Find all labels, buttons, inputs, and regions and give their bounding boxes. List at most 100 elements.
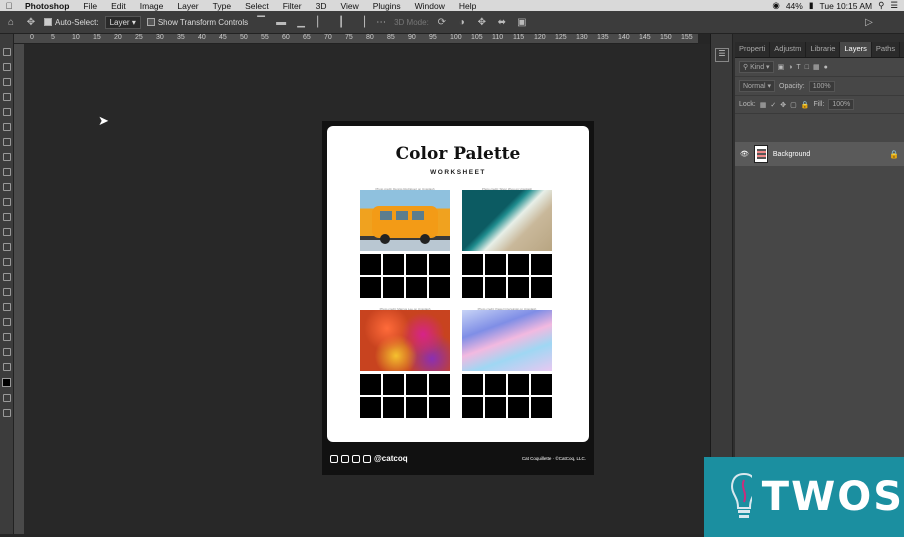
tab-paths[interactable]: Paths bbox=[872, 42, 901, 57]
hand-tool-icon[interactable] bbox=[2, 333, 11, 341]
zoom-tool-icon[interactable] bbox=[2, 348, 11, 356]
3d-pan-icon[interactable]: ✥ bbox=[475, 17, 489, 28]
opacity-field[interactable]: 100% bbox=[808, 80, 835, 92]
filter-toggle-icon[interactable]: ● bbox=[824, 64, 828, 71]
menu-file[interactable]: File bbox=[76, 1, 104, 11]
menu-layer[interactable]: Layer bbox=[170, 1, 205, 11]
fill-field[interactable]: 100% bbox=[828, 99, 855, 110]
3d-slide-icon[interactable]: ⬌ bbox=[495, 17, 509, 28]
menu-3d[interactable]: 3D bbox=[309, 1, 334, 11]
layer-row-background[interactable]: 👁 Background 🔒 bbox=[735, 142, 904, 166]
align-top-icon[interactable]: ▔ bbox=[254, 17, 268, 28]
search-icon[interactable]: ⚲ bbox=[878, 0, 884, 11]
filter-adjust-icon[interactable]: ◑ bbox=[788, 64, 792, 71]
horizontal-ruler[interactable]: 0 5 10 15 20 25 30 35 40 45 50 55 60 65 70 75 80 85 90 95 10… bbox=[14, 34, 698, 44]
move-tool-icon[interactable] bbox=[2, 48, 11, 56]
worksheet-footer: @catcoq Cat Coquillette · ©CatCoq, LLC. bbox=[322, 442, 594, 475]
shape-tool-icon[interactable] bbox=[2, 318, 11, 326]
filter-type-icon[interactable]: T bbox=[796, 64, 800, 71]
home-icon[interactable]: ⌂ bbox=[4, 17, 18, 28]
lock-icon[interactable]: 🔒 bbox=[889, 150, 899, 159]
menu-filter[interactable]: Filter bbox=[276, 1, 309, 11]
menu-list-icon[interactable]: ☰ bbox=[890, 0, 898, 11]
menu-photoshop[interactable]: Photoshop bbox=[18, 1, 76, 11]
foreground-color-swatch[interactable] bbox=[2, 378, 11, 387]
blur-tool-icon[interactable] bbox=[2, 243, 11, 251]
auto-select-checkbox[interactable]: Auto-Select: bbox=[44, 18, 99, 27]
tab-properties[interactable]: Properti bbox=[735, 42, 771, 57]
battery-percent[interactable]: 44% bbox=[786, 1, 803, 11]
wifi-icon[interactable]: ◉ bbox=[772, 0, 779, 11]
move-tool-icon[interactable]: ✥ bbox=[24, 17, 38, 28]
type-tool-icon[interactable] bbox=[2, 288, 11, 296]
3d-rotate-icon[interactable]: ⟳ bbox=[435, 17, 449, 28]
lock-pixels-icon[interactable]: ▦ bbox=[760, 101, 767, 109]
tab-adjustments[interactable]: Adjustm bbox=[770, 42, 807, 57]
frame-tool-icon[interactable] bbox=[2, 123, 11, 131]
van-illustration bbox=[372, 206, 438, 244]
more-tools-icon[interactable] bbox=[2, 363, 11, 371]
menu-edit[interactable]: Edit bbox=[104, 1, 133, 11]
history-panel-icon[interactable]: ☰ bbox=[715, 48, 729, 62]
ruler-tick-label: 75 bbox=[345, 34, 353, 41]
battery-icon[interactable]: ▮ bbox=[809, 0, 814, 11]
brush-tool-icon[interactable] bbox=[2, 168, 11, 176]
stamp-tool-icon[interactable] bbox=[2, 183, 11, 191]
menu-window[interactable]: Window bbox=[408, 1, 452, 11]
healing-tool-icon[interactable] bbox=[2, 153, 11, 161]
3d-roll-icon[interactable]: ◑ bbox=[455, 17, 469, 28]
document-page[interactable]: Color Palette WORKSHEET Photo credit: De… bbox=[322, 121, 594, 475]
tab-libraries[interactable]: Librarie bbox=[806, 42, 841, 57]
filter-pixel-icon[interactable]: ▣ bbox=[778, 63, 785, 71]
video-icon[interactable]: ▷ bbox=[862, 17, 876, 28]
more-options-icon[interactable]: ⋯ bbox=[374, 17, 388, 28]
path-select-tool-icon[interactable] bbox=[2, 303, 11, 311]
align-left-icon[interactable]: ▏ bbox=[314, 17, 328, 28]
show-transform-checkbox[interactable]: Show Transform Controls bbox=[146, 18, 248, 27]
pinterest-icon bbox=[363, 454, 371, 463]
clock[interactable]: Tue 10:15 AM bbox=[820, 1, 873, 11]
eyedropper-tool-icon[interactable] bbox=[2, 138, 11, 146]
tools-panel bbox=[0, 34, 14, 534]
layer-name[interactable]: Background bbox=[773, 151, 810, 158]
kind-filter-dropdown[interactable]: ⚲ Kind ▾ bbox=[739, 61, 774, 73]
align-middle-icon[interactable]: ▬ bbox=[274, 17, 288, 28]
align-center-icon[interactable]: ┃ bbox=[334, 17, 348, 28]
screen-mode-icon[interactable] bbox=[2, 409, 11, 417]
dodge-tool-icon[interactable] bbox=[2, 258, 11, 266]
menu-type[interactable]: Type bbox=[206, 1, 238, 11]
quick-mask-icon[interactable] bbox=[2, 394, 11, 402]
align-bottom-icon[interactable]: ▁ bbox=[294, 17, 308, 28]
3d-scale-icon[interactable]: ▣ bbox=[515, 17, 529, 28]
worksheet-title: Color Palette bbox=[395, 144, 521, 164]
history-brush-tool-icon[interactable] bbox=[2, 198, 11, 206]
menu-select[interactable]: Select bbox=[238, 1, 276, 11]
lock-all-icon[interactable]: 🔒 bbox=[801, 101, 810, 109]
auto-select-value: Layer bbox=[109, 17, 130, 27]
eraser-tool-icon[interactable] bbox=[2, 213, 11, 221]
filter-shape-icon[interactable]: □ bbox=[805, 64, 809, 71]
eye-icon[interactable]: 👁 bbox=[740, 150, 749, 158]
menu-help[interactable]: Help bbox=[452, 1, 483, 11]
vertical-ruler[interactable] bbox=[14, 44, 24, 534]
quick-select-tool-icon[interactable] bbox=[2, 93, 11, 101]
lasso-tool-icon[interactable] bbox=[2, 78, 11, 86]
filter-smart-icon[interactable]: ▦ bbox=[813, 63, 820, 71]
ruler-tick-label: 25 bbox=[135, 34, 143, 41]
gradient-tool-icon[interactable] bbox=[2, 228, 11, 236]
marquee-tool-icon[interactable] bbox=[2, 63, 11, 71]
pen-tool-icon[interactable] bbox=[2, 273, 11, 281]
ruler-tick-label: 45 bbox=[219, 34, 227, 41]
lock-paint-icon[interactable]: ✓ bbox=[770, 101, 776, 109]
lock-position-icon[interactable]: ✥ bbox=[780, 101, 786, 109]
auto-select-dropdown[interactable]: Layer ▾ bbox=[104, 15, 141, 29]
tab-layers[interactable]: Layers bbox=[840, 42, 872, 57]
apple-icon[interactable]:  bbox=[0, 1, 18, 11]
crop-tool-icon[interactable] bbox=[2, 108, 11, 116]
menu-view[interactable]: View bbox=[333, 1, 365, 11]
menu-image[interactable]: Image bbox=[133, 1, 171, 11]
align-right-icon[interactable]: ▕ bbox=[354, 17, 368, 28]
blend-mode-dropdown[interactable]: Normal ▾ bbox=[739, 80, 776, 92]
menu-plugins[interactable]: Plugins bbox=[366, 1, 408, 11]
lock-artboard-icon[interactable]: ▢ bbox=[790, 101, 797, 109]
